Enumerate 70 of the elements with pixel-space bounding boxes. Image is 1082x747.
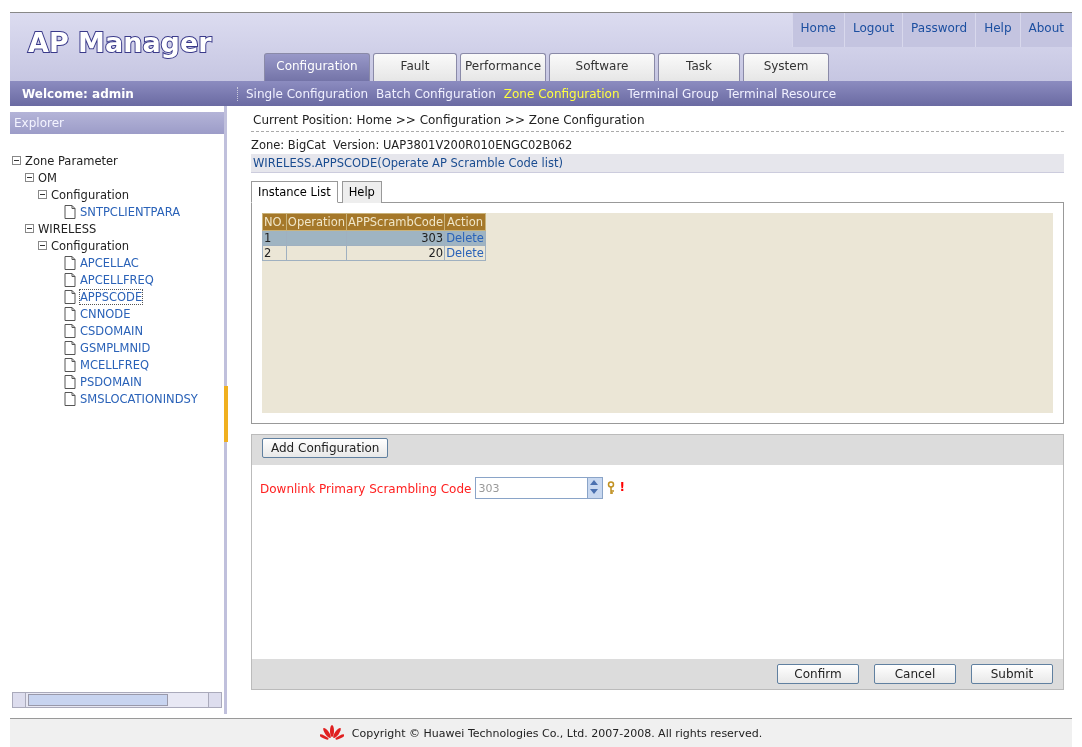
- add-configuration-button[interactable]: Add Configuration: [262, 438, 389, 458]
- tree-item[interactable]: MCELLFREQ: [80, 357, 149, 372]
- document-icon: [64, 204, 76, 219]
- section-title: WIRELESS.APPSCODE(Operate AP Scramble Code list): [251, 154, 1064, 173]
- key-icon: [607, 481, 616, 495]
- column-header: NO.: [262, 213, 287, 231]
- dialog-button[interactable]: Submit: [971, 664, 1053, 684]
- tree-item[interactable]: SNTPCLIENTPARA: [80, 204, 181, 219]
- menu-tab[interactable]: Performance: [460, 53, 546, 81]
- menu-tab[interactable]: System: [743, 53, 829, 81]
- tree-item[interactable]: CSDOMAIN: [80, 323, 144, 338]
- logo: AP Manager: [27, 26, 213, 58]
- tree-item[interactable]: WIRELESS: [38, 221, 97, 236]
- menu-tab[interactable]: Task: [658, 53, 740, 81]
- tree-item[interactable]: SMSLOCATIONINDSY: [80, 391, 198, 406]
- menu-tab[interactable]: Software: [549, 53, 655, 81]
- collapse-icon[interactable]: [25, 173, 34, 182]
- header-link[interactable]: Home: [791, 13, 844, 47]
- tree-item[interactable]: Configuration: [51, 187, 129, 202]
- dialog-button[interactable]: Confirm: [777, 664, 859, 684]
- explorer-title: Explorer: [10, 112, 224, 134]
- header-link[interactable]: Logout: [844, 13, 903, 47]
- document-icon: [64, 357, 76, 372]
- document-icon: [64, 289, 76, 304]
- document-icon: [64, 306, 76, 321]
- welcome-text: Welcome: admin: [10, 86, 238, 101]
- tree-item[interactable]: APCELLAC: [80, 255, 139, 270]
- column-header: Operation: [286, 213, 347, 231]
- document-icon: [64, 272, 76, 287]
- column-header: APPScrambCode: [346, 213, 445, 231]
- document-icon: [64, 391, 76, 406]
- collapse-icon[interactable]: [38, 241, 47, 250]
- menu-tab[interactable]: Fault: [373, 53, 457, 81]
- collapse-icon[interactable]: [12, 156, 21, 165]
- tree-item[interactable]: PSDOMAIN: [80, 374, 142, 389]
- nav-link[interactable]: Single Configuration: [246, 86, 369, 101]
- tab[interactable]: Instance List: [251, 181, 338, 203]
- header-link[interactable]: About: [1019, 13, 1072, 47]
- copyright-text: Copyright © Huawei Technologies Co., Ltd. 2007-2008. All rights reserved.: [351, 726, 763, 740]
- nav-link[interactable]: Batch Configuration: [376, 86, 496, 101]
- spinner-icon[interactable]: [587, 477, 604, 499]
- zone-info: Zone: BigCat Version: UAP3801V200R010ENGC02B062: [251, 138, 574, 152]
- tree-item[interactable]: OM: [38, 170, 57, 185]
- nav-link[interactable]: Terminal Resource: [726, 86, 837, 101]
- breadcrumb: Current Position: Home >> Configuration >> Zone Configuration: [251, 112, 1064, 132]
- dialog-button[interactable]: Cancel: [874, 664, 956, 684]
- collapse-icon[interactable]: [38, 190, 47, 199]
- header-link[interactable]: Help: [975, 13, 1020, 47]
- document-icon: [64, 255, 76, 270]
- horizontal-scrollbar[interactable]: [12, 692, 222, 708]
- document-icon: [64, 374, 76, 389]
- document-icon: [64, 340, 76, 355]
- tree-item[interactable]: Configuration: [51, 238, 129, 253]
- document-icon: [64, 323, 76, 338]
- collapse-icon[interactable]: [25, 224, 34, 233]
- menu-tab[interactable]: Configuration: [264, 53, 370, 81]
- flower-logo-icon: [319, 725, 344, 741]
- column-header: Action: [444, 213, 486, 231]
- tree-item[interactable]: Zone Parameter: [25, 153, 118, 168]
- tree-item[interactable]: CNNODE: [80, 306, 131, 321]
- splitter-handle[interactable]: [224, 386, 228, 442]
- header-link[interactable]: Password: [902, 13, 976, 47]
- tree-item[interactable]: APPSCODE: [80, 289, 143, 304]
- nav-link[interactable]: Zone Configuration: [503, 86, 620, 101]
- nav-link[interactable]: Terminal Group: [627, 86, 719, 101]
- field-label: Downlink Primary Scrambling Code: [260, 481, 472, 496]
- tree-item[interactable]: APCELLFREQ: [80, 272, 154, 287]
- required-mark: !: [619, 479, 625, 494]
- tree-item[interactable]: GSMPLMNID: [80, 340, 151, 355]
- tab[interactable]: Help: [341, 181, 382, 203]
